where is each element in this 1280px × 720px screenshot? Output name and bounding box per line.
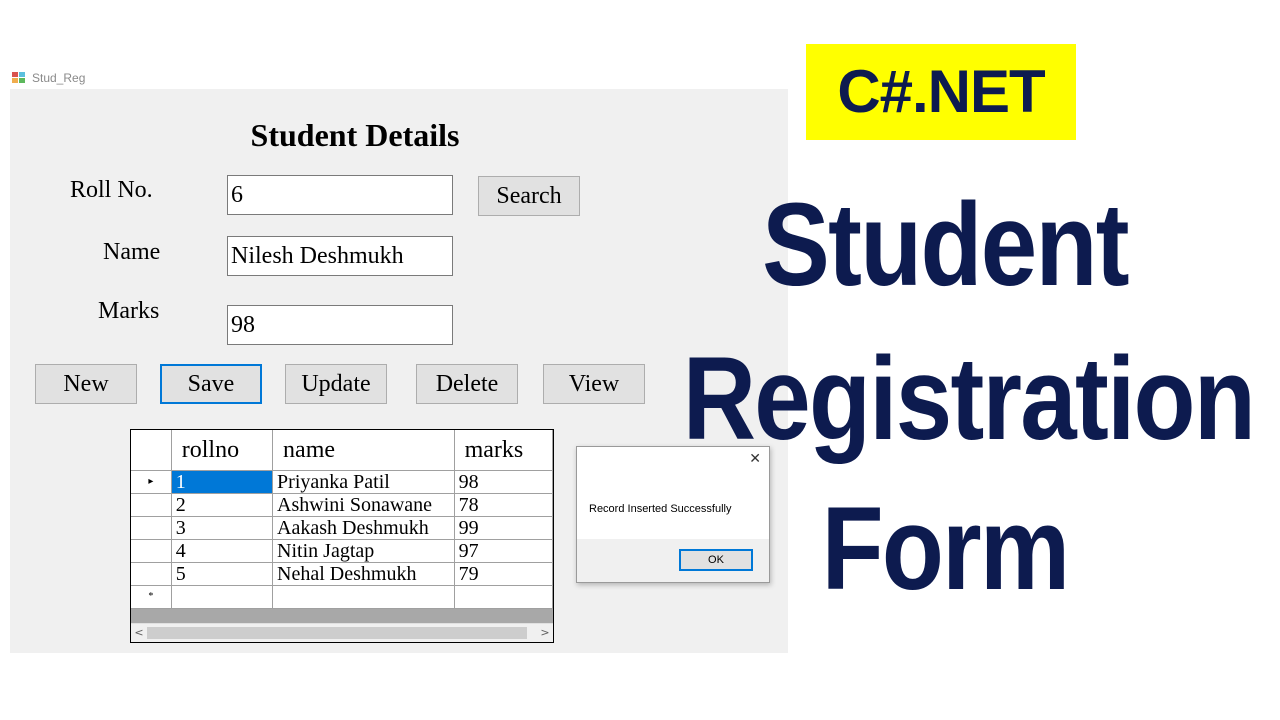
table-row[interactable]: 5 Nehal Deshmukh 79 [131,562,553,586]
grid-cell-name[interactable]: Ashwini Sonawane [272,493,455,517]
marks-input[interactable]: 98 [227,305,453,345]
grid-cell-rollno[interactable]: 3 [171,516,274,540]
row-header-corner[interactable] [131,430,172,471]
scroll-right-icon[interactable]: > [537,624,553,642]
new-row-indicator[interactable]: * [131,585,172,609]
app-icon [12,72,26,84]
grid-cell-name[interactable]: Priyanka Patil [272,470,455,494]
view-button[interactable]: View [543,364,645,404]
grid-cell-marks[interactable]: 99 [454,516,553,540]
row-header[interactable] [131,562,172,586]
current-row-indicator[interactable]: ▸ [131,470,172,494]
banner-line-form: Form [821,483,1071,615]
grid-cell-rollno[interactable]: 2 [171,493,274,517]
grid-cell-marks[interactable] [454,585,553,609]
save-button[interactable]: Save [160,364,262,404]
column-header-name[interactable]: name [272,430,455,471]
rollno-label: Roll No. [70,177,153,203]
grid-cell-rollno[interactable]: 5 [171,562,274,586]
grid-cell-marks[interactable]: 98 [454,470,553,494]
column-header-marks[interactable]: marks [454,430,553,471]
grid-cell-name[interactable] [272,585,455,609]
banner-line-registration: Registration [682,333,1256,465]
name-input[interactable]: Nilesh Deshmukh [227,236,453,276]
name-label: Name [103,239,161,265]
table-row[interactable]: ▸ 1 Priyanka Patil 98 [131,470,553,494]
horizontal-scrollbar[interactable]: < > [131,623,553,642]
grid-cell-rollno[interactable]: 4 [171,539,274,563]
language-badge: C#.NET [806,44,1076,140]
marks-label: Marks [98,298,160,324]
grid-cell-marks[interactable]: 79 [454,562,553,586]
column-header-rollno[interactable]: rollno [171,430,274,471]
table-row[interactable]: 3 Aakash Deshmukh 99 [131,516,553,540]
grid-cell-marks[interactable]: 97 [454,539,553,563]
table-row[interactable]: 2 Ashwini Sonawane 78 [131,493,553,517]
grid-cell-marks[interactable]: 78 [454,493,553,517]
grid-header-row: rollno name marks [131,430,553,471]
scroll-left-icon[interactable]: < [131,624,147,642]
grid-cell-name[interactable]: Nehal Deshmukh [272,562,455,586]
grid-cell-rollno[interactable]: 1 [171,470,274,494]
student-grid[interactable]: rollno name marks ▸ 1 Priyanka Patil 98 … [130,429,554,643]
row-header[interactable] [131,516,172,540]
grid-table: rollno name marks ▸ 1 Priyanka Patil 98 … [131,430,553,609]
grid-cell-rollno[interactable] [171,585,274,609]
rollno-input[interactable]: 6 [227,175,453,215]
row-header[interactable] [131,493,172,517]
new-row[interactable]: * [131,585,553,609]
badge-text: C#.NET [837,58,1045,125]
delete-button[interactable]: Delete [416,364,518,404]
form-heading: Student Details [250,117,460,153]
table-row[interactable]: 4 Nitin Jagtap 97 [131,539,553,563]
banner-line-student: Student [762,179,1129,311]
row-header[interactable] [131,539,172,563]
window-titlebar[interactable]: Stud_Reg [12,68,85,88]
window-title: Stud_Reg [32,71,86,85]
update-button[interactable]: Update [285,364,387,404]
grid-cell-name[interactable]: Nitin Jagtap [272,539,455,563]
scrollbar-thumb[interactable] [147,627,527,639]
search-button[interactable]: Search [478,176,580,216]
new-button[interactable]: New [35,364,137,404]
grid-cell-name[interactable]: Aakash Deshmukh [272,516,455,540]
